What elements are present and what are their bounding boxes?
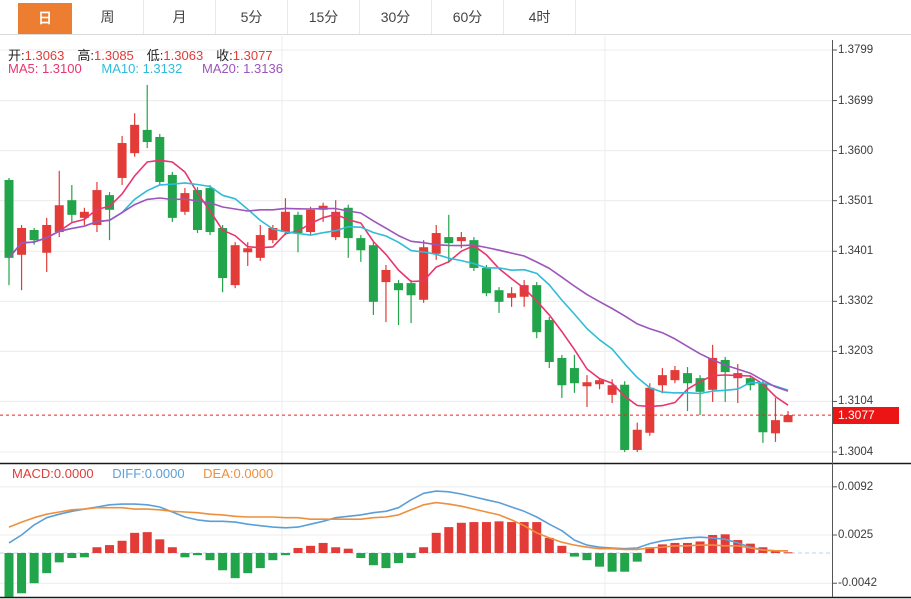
dea-value-legend: DEA:0.0000 xyxy=(203,466,273,481)
price-axis-label: 1.3401 xyxy=(838,244,873,258)
macd-value-legend: MACD:0.0000 xyxy=(12,466,94,481)
ma10-legend: MA10: 1.3132 xyxy=(101,61,182,76)
price-axis-label: 1.3302 xyxy=(838,294,873,308)
ma20-legend: MA20: 1.3136 xyxy=(202,61,283,76)
tab-30min[interactable]: 30分 xyxy=(360,0,432,34)
candlestick-chart-canvas[interactable] xyxy=(0,0,911,599)
macd-axis-label: 0.0092 xyxy=(838,480,873,494)
price-axis-label: 1.3203 xyxy=(838,344,873,358)
price-axis-label: 1.3799 xyxy=(838,43,873,57)
kline-chart-app: 日周月5分15分30分60分4时 开:1.3063高:1.3085低:1.306… xyxy=(0,0,911,599)
macd-axis-label: -0.0042 xyxy=(838,576,877,590)
tab-week[interactable]: 周 xyxy=(72,0,144,34)
current-price-badge: 1.3077 xyxy=(833,407,899,424)
current-price-value: 1.3077 xyxy=(838,408,875,422)
ma5-legend: MA5: 1.3100 xyxy=(8,61,82,76)
timeframe-tab-bar: 日周月5分15分30分60分4时 xyxy=(0,0,911,35)
price-axis-label: 1.3004 xyxy=(838,445,873,459)
tab-month[interactable]: 月 xyxy=(144,0,216,34)
tab-15min[interactable]: 15分 xyxy=(288,0,360,34)
tab-4hour[interactable]: 4时 xyxy=(504,0,576,34)
tab-60min[interactable]: 60分 xyxy=(432,0,504,34)
ma-legend: MA5: 1.3100 MA10: 1.3132 MA20: 1.3136 xyxy=(8,61,299,76)
macd-axis-label: 0.0025 xyxy=(838,528,873,542)
price-axis-label: 1.3501 xyxy=(838,194,873,208)
diff-value-legend: DIFF:0.0000 xyxy=(112,466,184,481)
price-axis-label: 1.3699 xyxy=(838,94,873,108)
price-axis-label: 1.3600 xyxy=(838,144,873,158)
macd-legend: MACD:0.0000 DIFF:0.0000 DEA:0.0000 xyxy=(12,466,288,481)
tab-day[interactable]: 日 xyxy=(18,3,72,34)
tab-5min[interactable]: 5分 xyxy=(216,0,288,34)
